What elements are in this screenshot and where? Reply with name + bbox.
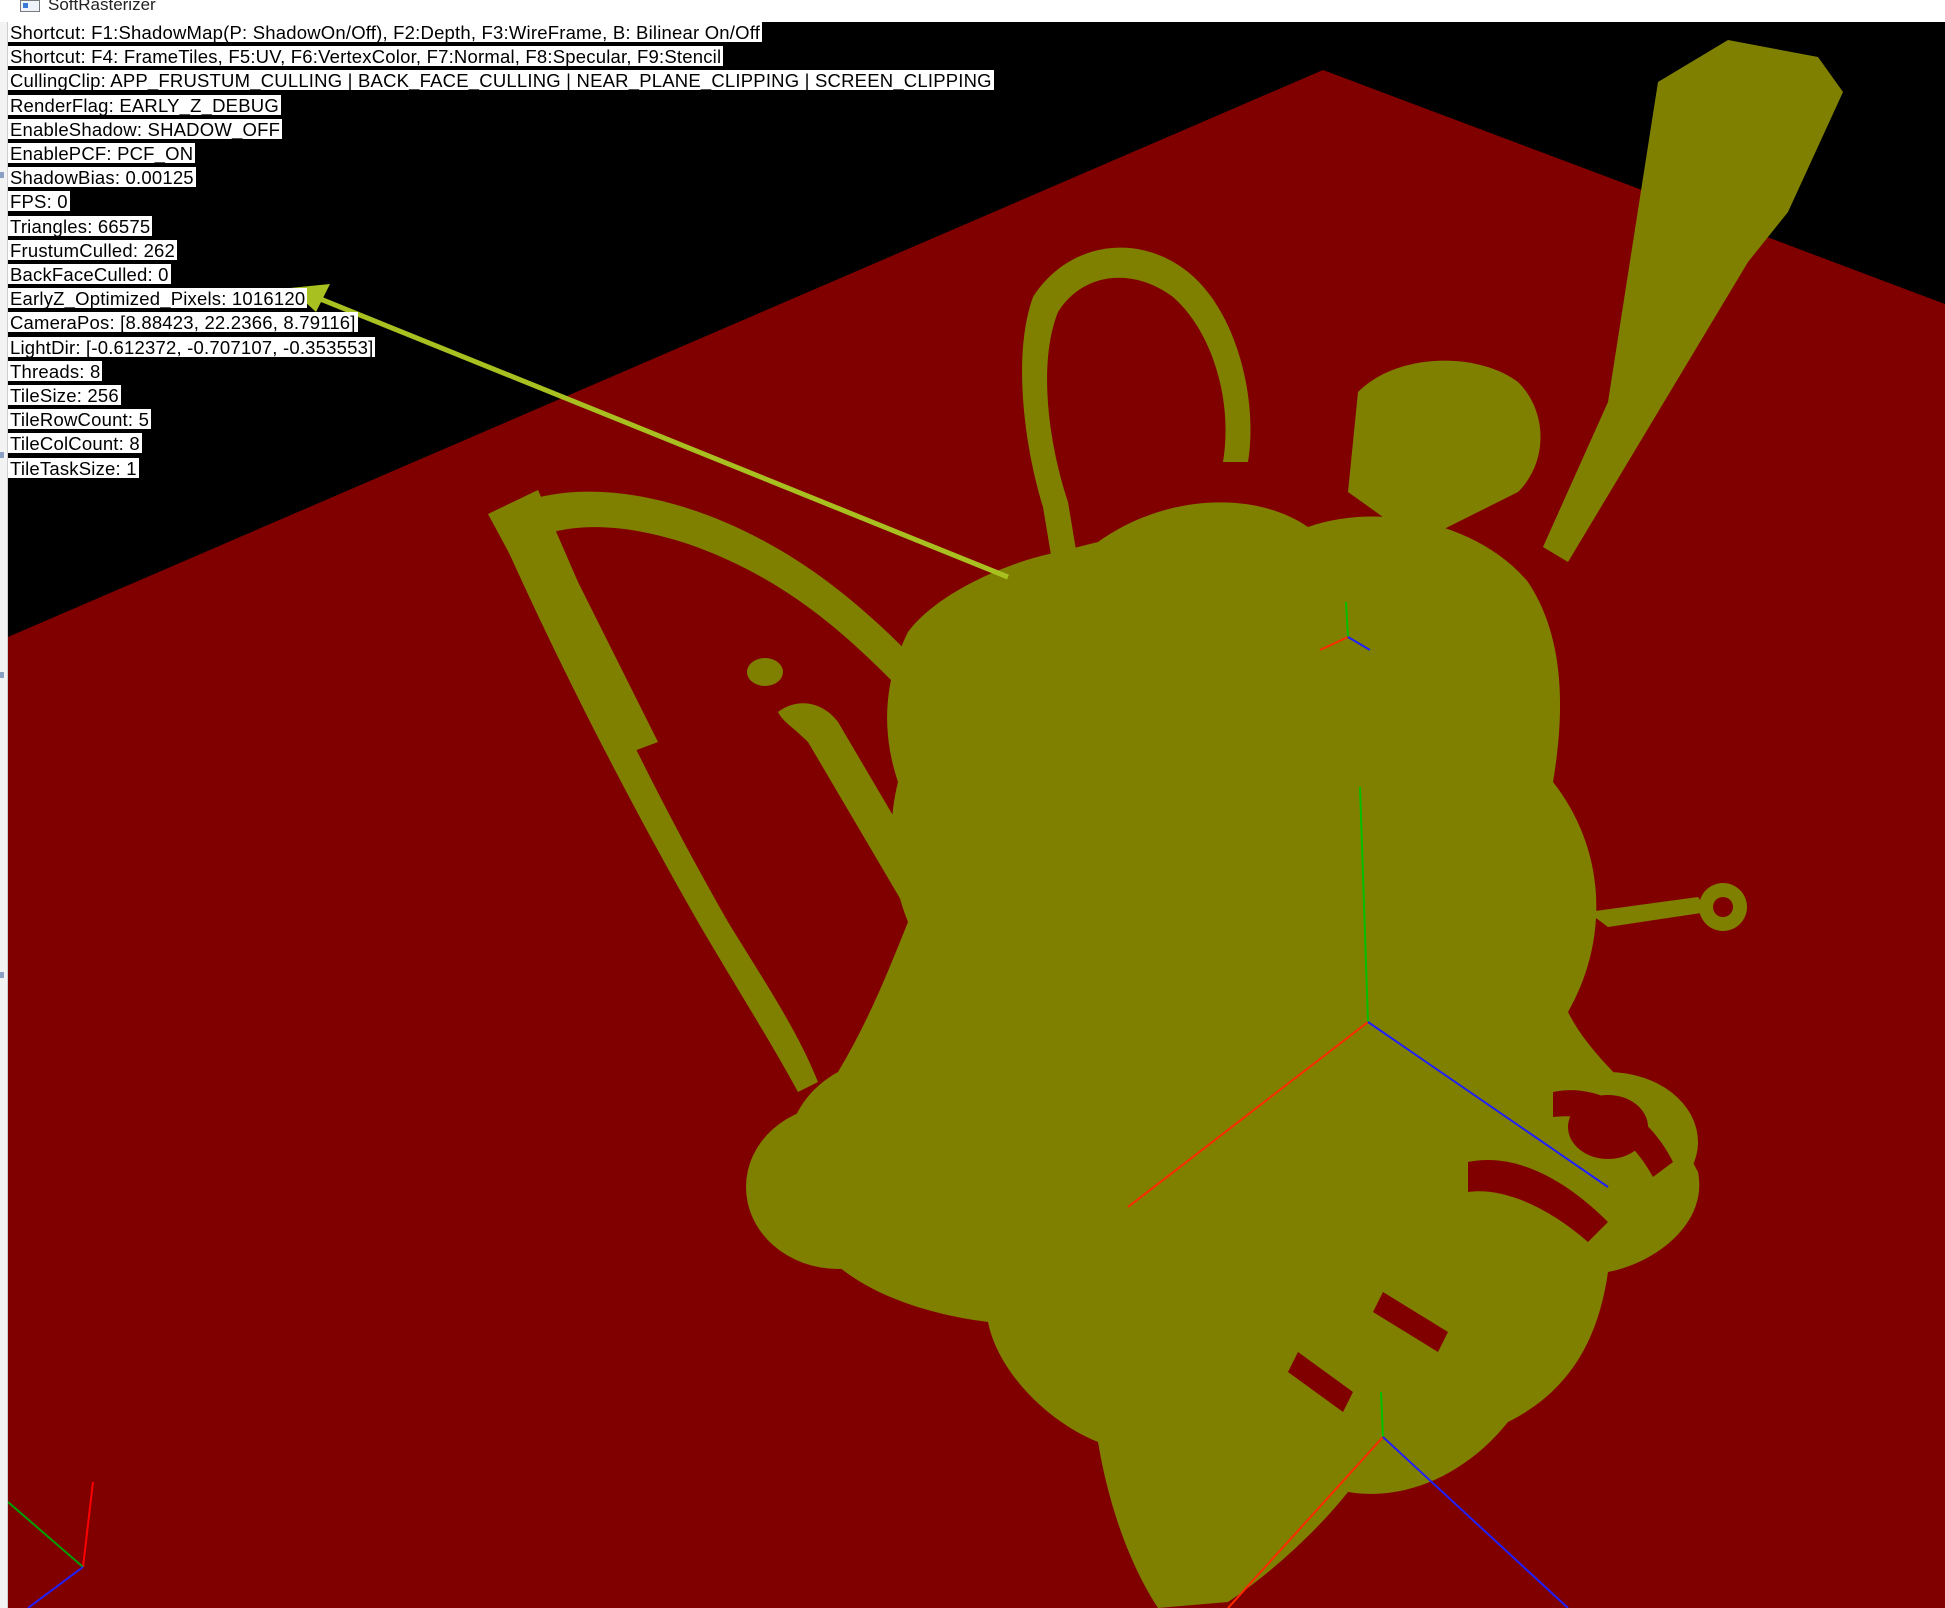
window-titlebar[interactable]: SoftRasterizer [0,0,1945,23]
overlay-line-11: EarlyZ_Optimized_Pixels: 1016120 [8,288,308,310]
overlay-line-0: Shortcut: F1:ShadowMap(P: ShadowOn/Off),… [8,22,763,43]
window-app-icon [20,0,40,12]
overlay-line-8: Triangles: 66575 [8,215,153,237]
overlay-line-14: Threads: 8 [8,360,103,382]
render-viewport[interactable]: Shortcut: F1:ShadowMap(P: ShadowOn/Off),… [8,22,1945,1608]
overlay-line-4: EnableShadow: SHADOW_OFF [8,118,283,140]
background-window-edge [0,22,8,1608]
overlay-line-16: TileRowCount: 5 [8,409,152,431]
overlay-line-18: TileTaskSize: 1 [8,457,139,479]
overlay-line-2: CullingClip: APP_FRUSTUM_CULLING | BACK_… [8,70,994,92]
rendered-scene [8,40,1945,1608]
window-title: SoftRasterizer [48,0,156,14]
overlay-line-12: CameraPos: [8.88423, 22.2366, 8.79116] [8,312,358,334]
overlay-line-3: RenderFlag: EARLY_Z_DEBUG [8,94,281,116]
overlay-line-1: Shortcut: F4: FrameTiles, F5:UV, F6:Vert… [8,46,724,68]
overlay-line-7: FPS: 0 [8,191,70,213]
overlay-line-13: LightDir: [-0.612372, -0.707107, -0.3535… [8,336,376,358]
overlay-line-17: TileColCount: 8 [8,433,142,455]
overlay-line-15: TileSize: 256 [8,385,121,406]
overlay-line-9: FrustumCulled: 262 [8,239,178,261]
overlay-line-6: ShadowBias: 0.00125 [8,167,196,189]
overlay-line-5: EnablePCF: PCF_ON [8,143,196,164]
overlay-line-10: BackFaceCulled: 0 [8,264,171,285]
